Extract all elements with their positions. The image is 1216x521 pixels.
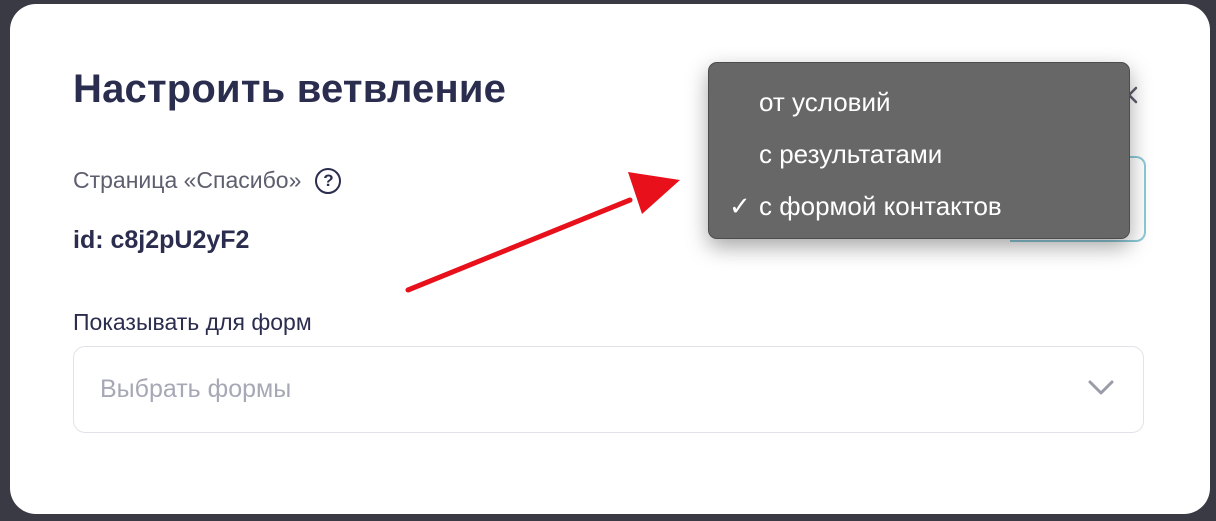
forms-select-placeholder: Выбрать формы [100,375,292,403]
help-glyph: ? [323,171,334,190]
dropdown-item-results[interactable]: с результатами [709,137,1129,189]
dropdown-item-conditions[interactable]: от условий [709,85,1129,137]
dropdown-item-label: от условий [759,87,891,117]
modal-title: Настроить ветвление [73,67,507,111]
dropdown-item-contact-form[interactable]: ✓ с формой контактов [709,189,1129,241]
help-icon[interactable]: ? [315,167,342,194]
thankyou-page-label: Страница «Спасибо» [73,167,302,193]
forms-select[interactable]: Выбрать формы [73,346,1144,433]
dropdown-item-label: с формой контактов [759,191,1002,221]
page-id: id: c8j2pU2yF2 [73,226,250,254]
thankyou-page-label-row: Страница «Спасибо» ? [73,167,342,194]
forms-label: Показывать для форм [73,309,312,335]
check-icon: ✓ [729,191,751,221]
chevron-down-icon [1088,380,1114,395]
dropdown-item-label: с результатами [759,139,943,169]
page-type-dropdown-menu: от условий с результатами ✓ с формой кон… [708,62,1130,239]
